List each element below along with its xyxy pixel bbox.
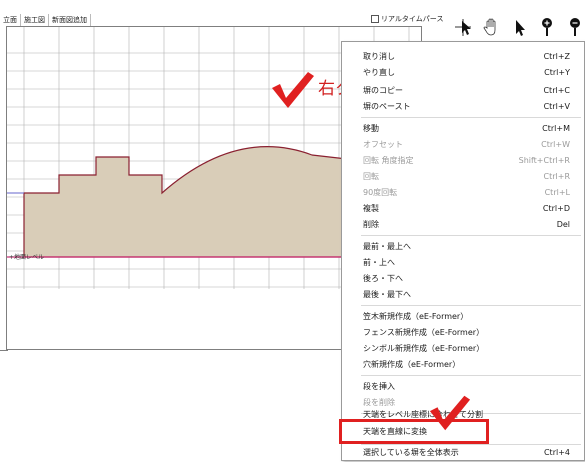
pointer-icon[interactable] <box>510 16 528 38</box>
menu-separator <box>361 235 581 236</box>
menu-item-new-fence[interactable]: フェンス新規作成（eE-Former） <box>342 324 584 340</box>
menu-item-offset[interactable]: オフセット Ctrl+W <box>342 136 584 152</box>
menu-item-duplicate[interactable]: 複製 Ctrl+D <box>342 200 584 216</box>
menu-item-new-hole[interactable]: 穴新規作成（eE-Former） <box>342 356 584 372</box>
menu-item-new-coping[interactable]: 笠木新規作成（eE-Former） <box>342 308 584 324</box>
pin-select-icon[interactable] <box>454 16 472 38</box>
menu-item-bring-forward[interactable]: 前・上へ <box>342 254 584 270</box>
menu-item-shortcut: Ctrl+Z <box>543 51 570 61</box>
checkmark-annotation-icon <box>272 72 314 108</box>
menu-item-label: フェンス新規作成（eE-Former） <box>363 327 485 337</box>
menu-item-label: オフセット <box>363 139 403 149</box>
menu-separator <box>361 375 581 376</box>
menu-item-label: 移動 <box>363 123 379 133</box>
realtime-checkbox[interactable] <box>371 15 379 23</box>
menu-separator <box>361 305 581 306</box>
menu-item-send-to-back[interactable]: 最後・最下へ <box>342 286 584 302</box>
menu-item-new-symbol[interactable]: シンボル新規作成（eE-Former） <box>342 340 584 356</box>
menu-item-label: 取り消し <box>363 51 395 61</box>
menu-item-label: 塀のペースト <box>363 101 411 111</box>
menu-item-fit-selected-wall[interactable]: 選択している塀を全体表示 Ctrl+4 <box>342 444 584 460</box>
menu-item-paste-wall[interactable]: 塀のペースト Ctrl+V <box>342 98 584 114</box>
menu-item-move[interactable]: 移動 Ctrl+M <box>342 120 584 136</box>
menu-item-delete[interactable]: 削除 Del <box>342 216 584 232</box>
menu-item-bring-to-front[interactable]: 最前・最上へ <box>342 238 584 254</box>
menu-item-undo[interactable]: 取り消し Ctrl+Z <box>342 48 584 64</box>
menu-item-label: 穴新規作成（eE-Former） <box>363 359 461 369</box>
menu-item-label: 前・上へ <box>363 257 395 267</box>
menu-item-label: 選択している塀を全体表示 <box>363 447 459 457</box>
hand-pan-icon[interactable] <box>482 16 500 38</box>
menu-item-shortcut: Ctrl+W <box>541 139 570 149</box>
menu-item-label: 回転 <box>363 171 379 181</box>
menu-item-rotate[interactable]: 回転 Ctrl+R <box>342 168 584 184</box>
menu-item-label: 最前・最上へ <box>363 241 411 251</box>
menu-item-shortcut: Shift+Ctrl+R <box>518 155 570 165</box>
menu-item-label: シンボル新規作成（eE-Former） <box>363 343 485 353</box>
menu-item-label: やり直し <box>363 67 395 77</box>
menu-item-label: 最後・最下へ <box>363 289 411 299</box>
checkmark-annotation-icon <box>429 395 471 431</box>
zoom-in-icon[interactable] <box>538 16 556 38</box>
menu-item-shortcut: Ctrl+M <box>542 123 570 133</box>
menu-item-redo[interactable]: やり直し Ctrl+Y <box>342 64 584 80</box>
menu-item-label: 笠木新規作成（eE-Former） <box>363 311 469 321</box>
menu-item-label: 複製 <box>363 203 379 213</box>
menu-item-label: 削除 <box>363 219 379 229</box>
menu-item-label: 90度回転 <box>363 187 398 197</box>
menu-item-label: 塀のコピー <box>363 85 403 95</box>
menu-item-shortcut: Ctrl+R <box>543 171 571 181</box>
menu-item-label: 段を挿入 <box>363 381 395 391</box>
menu-separator <box>361 117 581 118</box>
menu-item-send-backward[interactable]: 後ろ・下へ <box>342 270 584 286</box>
menu-item-shortcut: Ctrl+D <box>542 203 570 213</box>
menu-item-label: 回転 角度指定 <box>363 155 414 165</box>
menu-item-shortcut: Ctrl+V <box>543 101 570 111</box>
menu-item-shortcut: Ctrl+Y <box>544 67 570 77</box>
zoom-out-icon[interactable] <box>566 16 584 38</box>
axis-line <box>0 350 8 351</box>
menu-item-shortcut: Ctrl+L <box>544 187 570 197</box>
realtime-perspective-toggle[interactable]: リアルタイムパース <box>371 14 443 24</box>
realtime-label: リアルタイムパース <box>381 15 444 23</box>
menu-item-rotate-angle[interactable]: 回転 角度指定 Shift+Ctrl+R <box>342 152 584 168</box>
menu-item-shortcut: Ctrl+4 <box>543 447 570 457</box>
ground-level-label: +地面レベル <box>9 253 44 261</box>
menu-item-shortcut: Del <box>556 219 570 229</box>
toolbar <box>452 14 585 40</box>
menu-item-copy-wall[interactable]: 塀のコピー Ctrl+C <box>342 82 584 98</box>
menu-item-shortcut: Ctrl+C <box>543 85 570 95</box>
menu-item-label: 後ろ・下へ <box>363 273 403 283</box>
menu-item-rotate-90[interactable]: 90度回転 Ctrl+L <box>342 184 584 200</box>
